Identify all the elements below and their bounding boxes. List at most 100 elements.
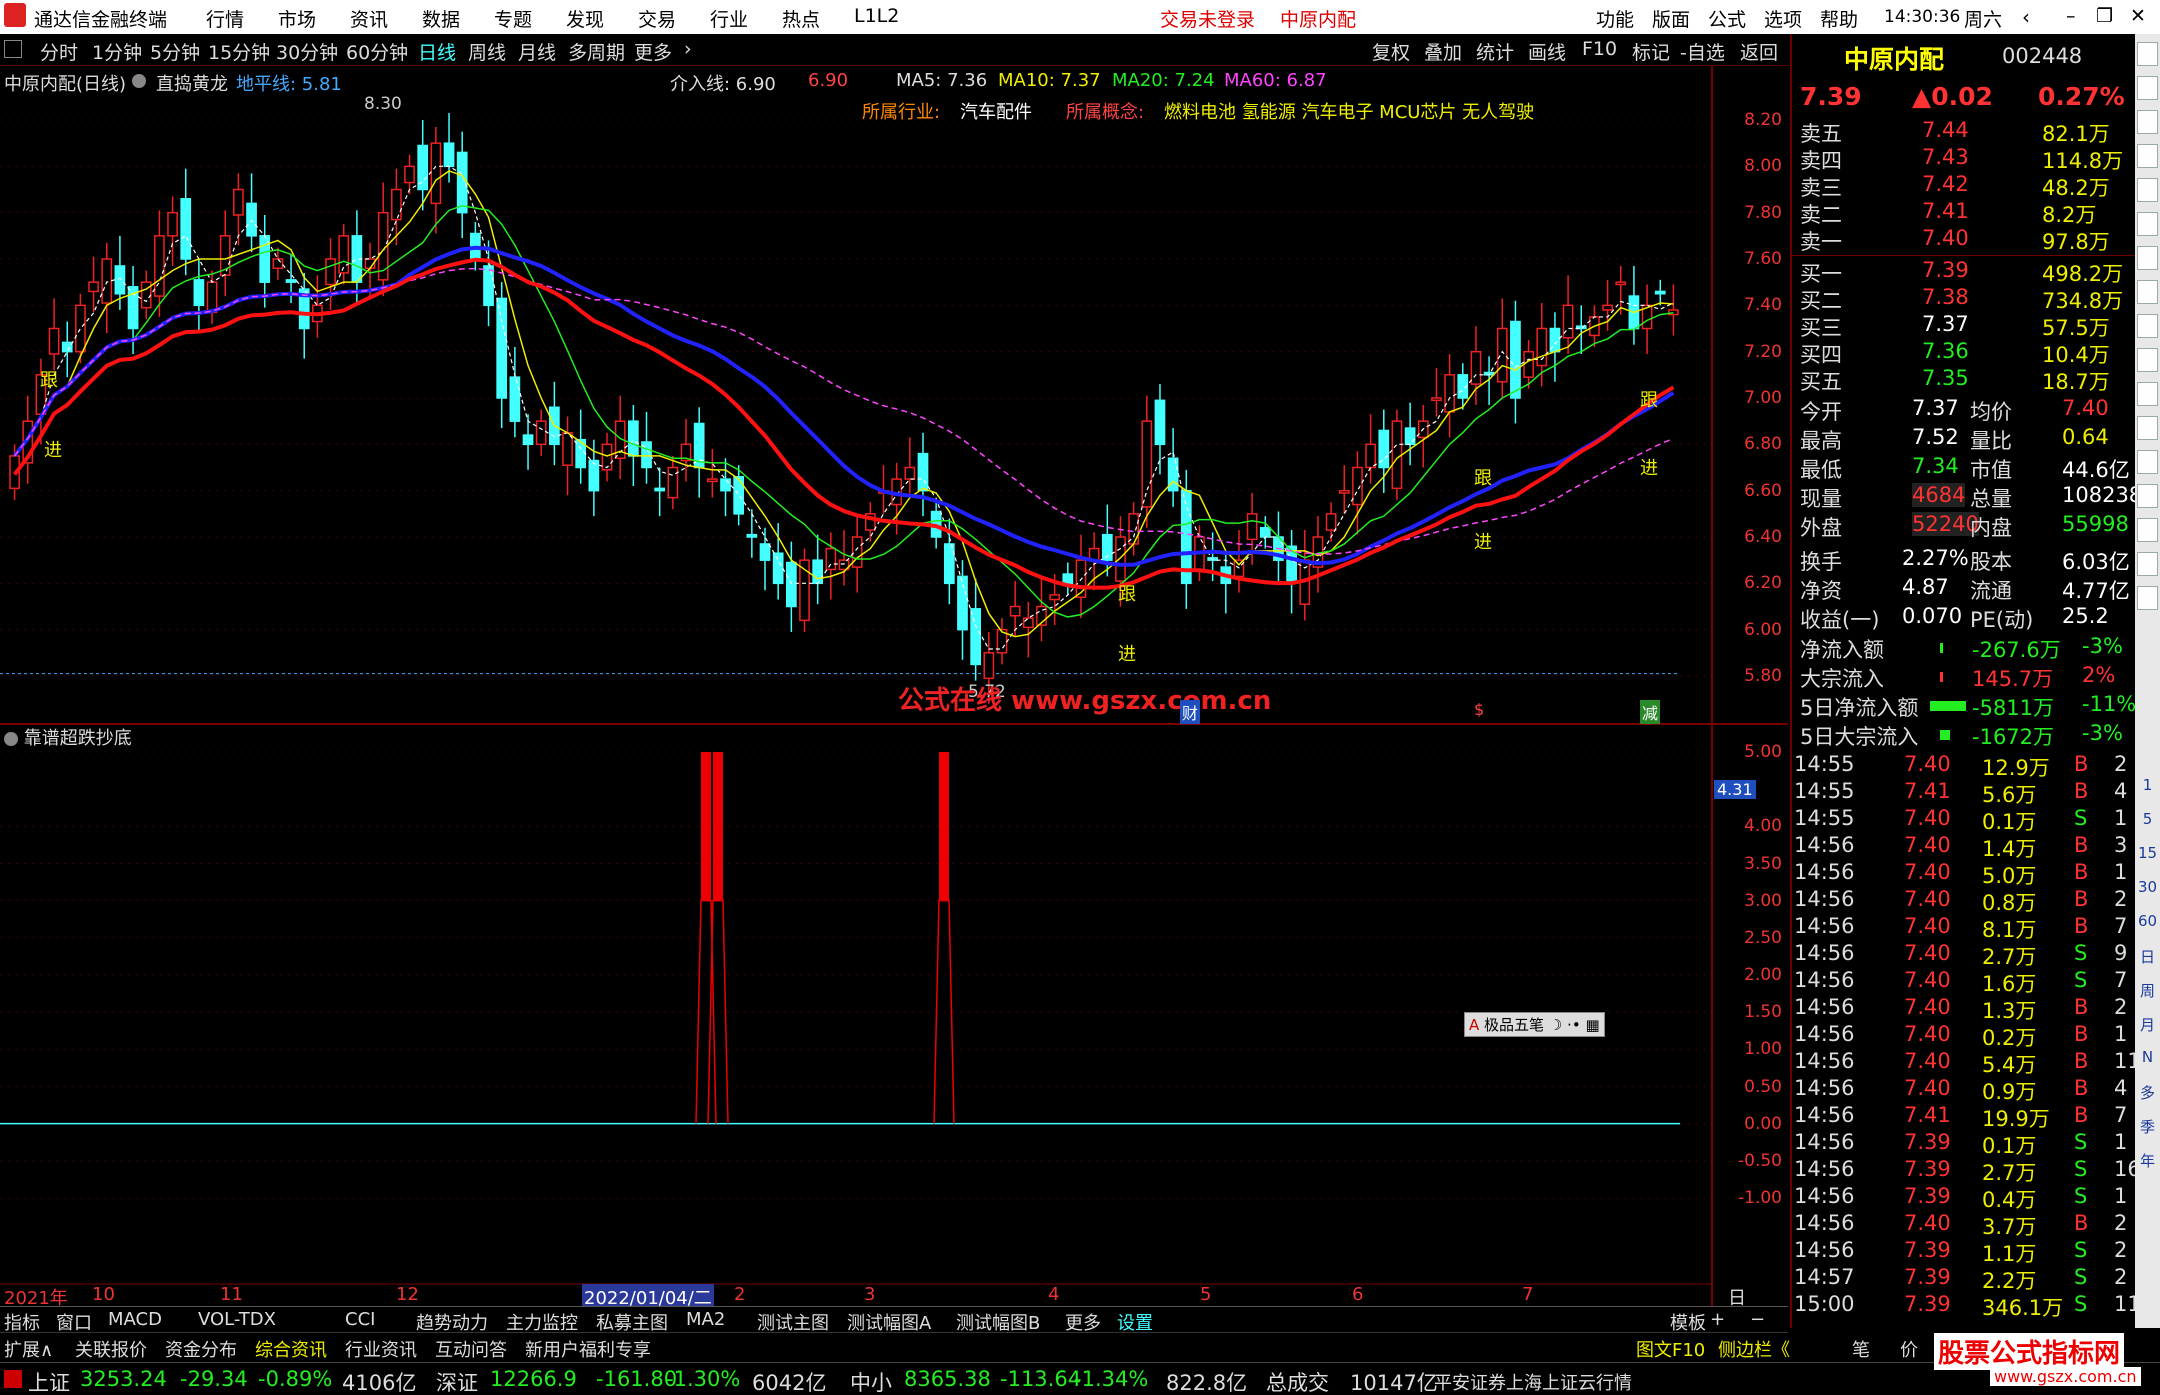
- period-btn-8[interactable]: N: [2137, 1048, 2158, 1066]
- chevron-right-icon[interactable]: ›: [684, 38, 692, 60]
- up-arrow-icon[interactable]: [2137, 76, 2158, 100]
- period-5min[interactable]: 5分钟: [150, 38, 200, 65]
- menu-bangzhu[interactable]: 帮助: [1820, 5, 1858, 32]
- doc-icon[interactable]: [2137, 348, 2158, 372]
- menu-shuju[interactable]: 数据: [422, 5, 460, 32]
- period-btn-6[interactable]: 周: [2137, 980, 2158, 1001]
- finance-flag[interactable]: 财: [1180, 700, 1201, 724]
- sh-label[interactable]: 上证: [28, 1367, 70, 1395]
- period-monthly[interactable]: 月线: [518, 38, 556, 65]
- tool-biaoji[interactable]: 标记: [1632, 38, 1670, 65]
- fs-icon[interactable]: [2137, 552, 2158, 576]
- menu-redian[interactable]: 热点: [782, 5, 820, 32]
- restore-icon[interactable]: ❐: [2096, 5, 2113, 27]
- menu-banmian[interactable]: 版面: [1652, 5, 1690, 32]
- down-arrow-icon[interactable]: [2137, 110, 2158, 134]
- period-fenshi[interactable]: 分时: [40, 38, 78, 65]
- collapse-icon[interactable]: [4, 40, 22, 58]
- ext-tab-0[interactable]: 扩展∧: [4, 1336, 53, 1362]
- tab-right-2[interactable]: −: [1750, 1309, 1765, 1330]
- tool-huaxian[interactable]: 画线: [1528, 38, 1566, 65]
- ext-tab-4[interactable]: 行业资讯: [345, 1336, 417, 1362]
- period-60min[interactable]: 60分钟: [346, 38, 408, 65]
- period-btn-11[interactable]: 年: [2137, 1150, 2158, 1171]
- period-daily[interactable]: 日线: [418, 38, 456, 65]
- ext-right-tab-2[interactable]: 笔: [1852, 1336, 1870, 1362]
- indicator-tab-8[interactable]: MA2: [686, 1309, 725, 1330]
- table-icon[interactable]: [2137, 314, 2158, 338]
- period-btn-0[interactable]: 1: [2137, 776, 2158, 794]
- indicator-tab-4[interactable]: CCI: [345, 1309, 375, 1330]
- period-btn-1[interactable]: 5: [2137, 810, 2158, 828]
- tool-tongji[interactable]: 统计: [1476, 38, 1514, 65]
- period-weekly[interactable]: 周线: [468, 38, 506, 65]
- list-icon[interactable]: [2137, 144, 2158, 168]
- period-btn-9[interactable]: 多: [2137, 1082, 2158, 1103]
- ime-toolbar[interactable]: A 极品五笔 ☽ ·• ▦: [1464, 1012, 1605, 1037]
- menu-faxian[interactable]: 发现: [566, 5, 604, 32]
- period-btn-4[interactable]: 60: [2137, 912, 2158, 930]
- chart-icon[interactable]: [2137, 178, 2158, 202]
- pen-icon[interactable]: [2137, 518, 2158, 542]
- minimize-icon[interactable]: –: [2066, 5, 2076, 27]
- bell-icon[interactable]: [2137, 416, 2158, 440]
- ime-moon-icon[interactable]: ☽ ·• ▦: [1549, 1016, 1600, 1034]
- tick-time: 14:56: [1794, 1130, 1855, 1154]
- ext-right-tab-1[interactable]: 侧边栏《: [1718, 1336, 1790, 1362]
- ime-a-icon[interactable]: A: [1469, 1016, 1479, 1034]
- ext-tab-1[interactable]: 关联报价: [75, 1336, 147, 1362]
- reduce-flag[interactable]: 减: [1640, 700, 1661, 724]
- dollar-flag[interactable]: $: [1474, 700, 1484, 719]
- period-btn-10[interactable]: 季: [2137, 1116, 2158, 1137]
- period-1min[interactable]: 1分钟: [92, 38, 142, 65]
- ext-tab-2[interactable]: 资金分布: [165, 1336, 237, 1362]
- menu-gongshi[interactable]: 公式: [1708, 5, 1746, 32]
- period-btn-5[interactable]: 日: [2137, 946, 2158, 967]
- login-status[interactable]: 交易未登录: [1160, 5, 1255, 32]
- ext-tab-3[interactable]: 综合资讯: [255, 1336, 327, 1362]
- tab-right-1[interactable]: +: [1710, 1309, 1725, 1330]
- ext-tab-6[interactable]: 新用户福利专享: [525, 1336, 651, 1362]
- menu-hangye[interactable]: 行业: [710, 5, 748, 32]
- grid-icon[interactable]: [2137, 212, 2158, 236]
- menu-hangqing[interactable]: 行情: [206, 5, 244, 32]
- ext-right-tab-3[interactable]: 价: [1900, 1336, 1918, 1362]
- indicator-tab-3[interactable]: VOL-TDX: [198, 1309, 276, 1330]
- period-30min[interactable]: 30分钟: [276, 38, 338, 65]
- sz-label[interactable]: 深证: [436, 1367, 478, 1395]
- zx-label[interactable]: 中小: [850, 1367, 892, 1395]
- kline-chart-area[interactable]: [0, 66, 1788, 1306]
- move-icon[interactable]: [2137, 484, 2158, 508]
- fin-icon[interactable]: [2137, 382, 2158, 406]
- tool-zixuan[interactable]: -自选: [1680, 38, 1725, 65]
- rsi-icon[interactable]: [2137, 450, 2158, 474]
- period-btn-2[interactable]: 15: [2137, 844, 2158, 862]
- indicator-tab-2[interactable]: MACD: [108, 1309, 162, 1330]
- tool-fanhui[interactable]: 返回: [1740, 38, 1778, 65]
- menu-gongneng[interactable]: 功能: [1596, 5, 1634, 32]
- settings-dot-icon[interactable]: [4, 732, 18, 746]
- ext-tab-5[interactable]: 互动问答: [435, 1336, 507, 1362]
- y-tick: 7.40: [1744, 295, 1782, 316]
- period-multi[interactable]: 多周期: [568, 38, 625, 65]
- tool-f10[interactable]: F10: [1582, 38, 1617, 60]
- period-btn-7[interactable]: 月: [2137, 1014, 2158, 1035]
- ext-right-tab-0[interactable]: 图文F10: [1636, 1336, 1705, 1362]
- refresh-icon[interactable]: [2137, 586, 2158, 610]
- chevron-left-icon[interactable]: [2137, 42, 2158, 66]
- menu-jiaoyi[interactable]: 交易: [638, 5, 676, 32]
- trend-icon[interactable]: [2137, 246, 2158, 270]
- bar-icon[interactable]: [2137, 280, 2158, 304]
- menu-zhuanti[interactable]: 专题: [494, 5, 532, 32]
- period-more[interactable]: 更多: [634, 38, 672, 65]
- tool-diejia[interactable]: 叠加: [1424, 38, 1462, 65]
- menu-zixun[interactable]: 资讯: [350, 5, 388, 32]
- menu-xuanxiang[interactable]: 选项: [1764, 5, 1802, 32]
- period-btn-3[interactable]: 30: [2137, 878, 2158, 896]
- tool-fuquan[interactable]: 复权: [1372, 38, 1410, 65]
- close-icon[interactable]: ✕: [2130, 5, 2146, 27]
- back-icon[interactable]: ‹: [2022, 5, 2030, 29]
- menu-shichang[interactable]: 市场: [278, 5, 316, 32]
- menu-l1l2[interactable]: L1L2: [854, 5, 899, 27]
- period-15min[interactable]: 15分钟: [208, 38, 270, 65]
